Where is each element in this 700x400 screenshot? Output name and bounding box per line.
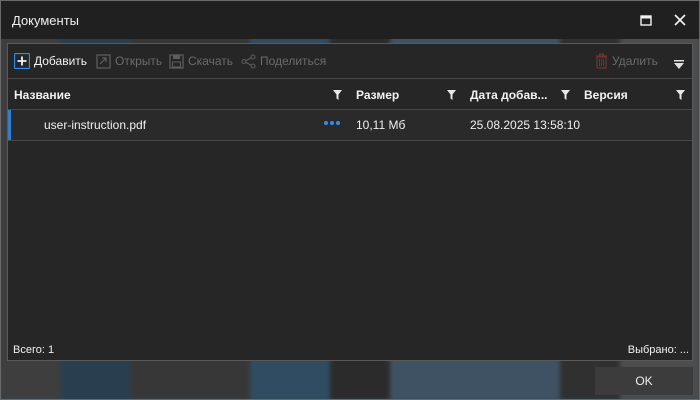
close-icon (674, 14, 686, 26)
delete-label: Удалить (612, 54, 658, 68)
table-row[interactable]: user-instruction.pdf 10,11 Мб 25.08.2025… (8, 110, 692, 141)
close-button[interactable] (669, 9, 691, 31)
filter-icon[interactable] (561, 90, 570, 100)
download-button[interactable]: Скачать (169, 52, 233, 70)
add-icon (14, 53, 30, 69)
open-icon (96, 53, 111, 69)
maximize-button[interactable] (635, 9, 657, 31)
cell-size: 10,11 Мб (356, 118, 406, 132)
column-header-name[interactable]: Название (8, 81, 350, 109)
share-icon (241, 53, 256, 69)
cell-date: 25.08.2025 13:58:10 (470, 118, 581, 132)
status-bar: Всего: 1 Выбрано: ... (8, 340, 692, 360)
total-count: Всего: 1 (13, 344, 55, 356)
table-header: Название Размер Дата добав... Версия (8, 81, 692, 110)
documents-dialog: Документы Добавить Открыть Скачать Подел… (0, 0, 700, 400)
title-bar: Документы (1, 1, 699, 39)
cell-name: user-instruction.pdf (44, 118, 147, 132)
download-icon (169, 53, 184, 69)
ok-button[interactable]: OK (595, 367, 693, 395)
documents-panel: Добавить Открыть Скачать Поделиться Удал… (7, 43, 693, 361)
toolbar-overflow-button[interactable] (674, 55, 684, 73)
delete-button[interactable]: Удалить (595, 52, 658, 70)
row-selection-marker (8, 110, 11, 140)
download-label: Скачать (188, 54, 233, 68)
more-options-icon[interactable] (324, 121, 340, 125)
filter-icon[interactable] (447, 90, 456, 100)
trash-icon (596, 53, 607, 69)
add-button[interactable]: Добавить (14, 52, 87, 70)
filter-icon[interactable] (333, 90, 342, 100)
open-label: Открыть (115, 54, 163, 68)
selected-count: Выбрано: ... (627, 344, 689, 356)
dialog-title: Документы (12, 13, 80, 28)
share-label: Поделиться (260, 54, 327, 68)
open-button[interactable]: Открыть (96, 52, 162, 70)
filter-icon[interactable] (676, 90, 685, 100)
share-button[interactable]: Поделиться (241, 52, 326, 70)
toolbar: Добавить Открыть Скачать Поделиться Удал… (8, 44, 692, 79)
column-header-version[interactable]: Версия (578, 81, 692, 109)
maximize-icon (640, 14, 652, 26)
add-label: Добавить (34, 54, 88, 68)
triangle-down-icon (674, 59, 684, 69)
